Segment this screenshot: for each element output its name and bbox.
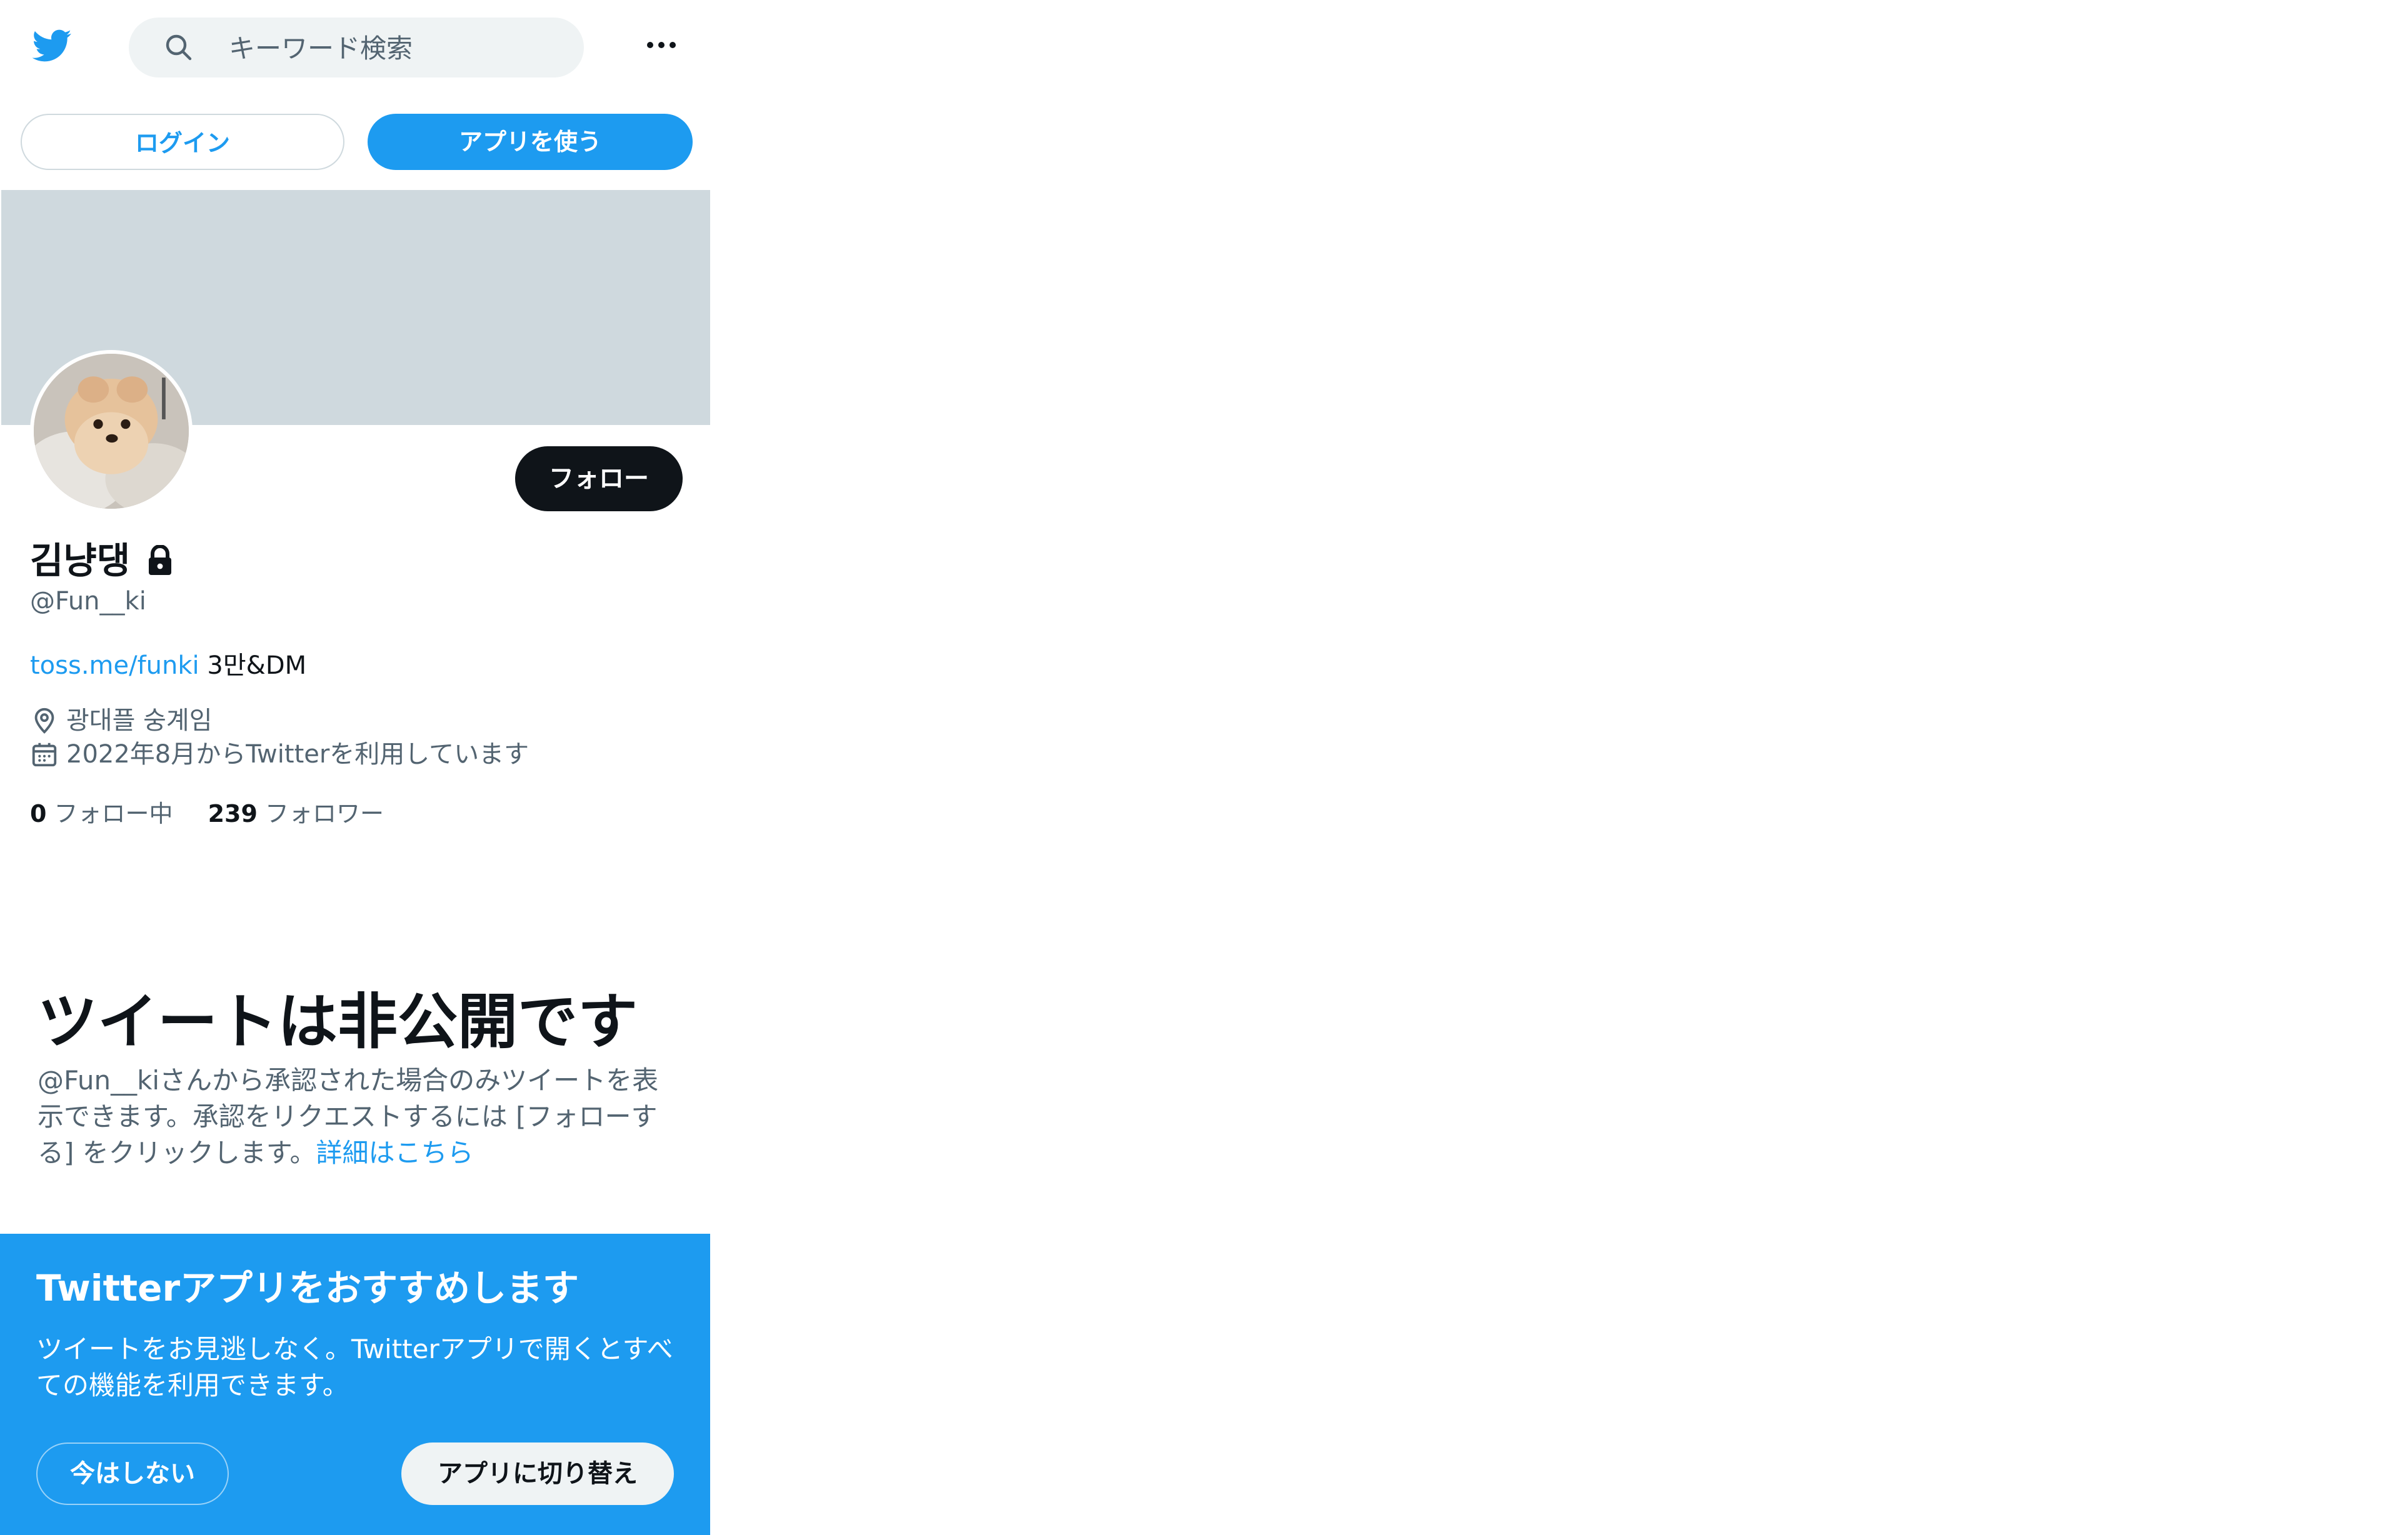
followers-label: フォロワー [264, 800, 384, 828]
profile-avatar[interactable] [30, 350, 193, 512]
bio-link[interactable]: toss.me/funki [30, 651, 199, 680]
mobile-profile-page: キーワード検索 ログイン アプリを使う フォロー 김냥댕 @Fun__ki to… [0, 0, 710, 1535]
not-now-button[interactable]: 今はしない [36, 1442, 229, 1505]
app-promo-title: Twitterアプリをおすすめします [36, 1267, 579, 1309]
follow-counts: 0 フォロー中 239 フォロワー [30, 799, 384, 829]
followers-link[interactable]: 239 フォロワー [208, 800, 384, 828]
app-promo-body: ツイートをお見逃しなく。Twitterアプリで開くとすべての機能を利用できます。 [36, 1334, 673, 1401]
app-promo-banner: Twitterアプリをおすすめします ツイートをお見逃しなく。Twitterアプ… [0, 1234, 710, 1535]
search-icon [164, 32, 194, 62]
profile-display-name: 김냥댕 [30, 539, 131, 582]
following-label: フォロー中 [54, 800, 173, 828]
private-notice-title: ツイートは非公開です [38, 987, 638, 1057]
search-input[interactable]: キーワード検索 [229, 34, 413, 64]
following-count: 0 [30, 800, 47, 828]
bio-text: 3만&DM [199, 651, 307, 680]
private-notice-body: @Fun__kiさんから承認された場合のみツイートを表示できます。承認をリクエス… [38, 1062, 675, 1171]
following-link[interactable]: 0 フォロー中 [30, 800, 173, 828]
profile-joined: 2022年8月からTwitterを利用しています [30, 739, 529, 770]
more-dots-icon[interactable] [643, 32, 680, 58]
twitter-bird-icon[interactable] [28, 25, 75, 66]
switch-to-app-button[interactable]: アプリに切り替え [401, 1442, 674, 1505]
joined-text: 2022年8月からTwitterを利用しています [66, 740, 529, 769]
location-text: 광대플 숭계임 [66, 706, 213, 735]
top-bar: キーワード検索 [0, 0, 710, 94]
profile-location: 광대플 숭계임 [30, 705, 213, 736]
profile-bio: toss.me/funki 3만&DM [30, 650, 306, 681]
followers-count: 239 [208, 800, 258, 828]
login-button[interactable]: ログイン [21, 114, 344, 170]
search-box[interactable]: キーワード検索 [129, 18, 584, 78]
location-pin-icon [30, 706, 59, 735]
use-app-button[interactable]: アプリを使う [368, 114, 693, 170]
profile-handle: @Fun__ki [30, 587, 146, 616]
learn-more-link[interactable]: 詳細はこちら [316, 1138, 474, 1168]
calendar-icon [30, 740, 59, 769]
follow-button[interactable]: フォロー [515, 446, 683, 511]
lock-icon [145, 544, 175, 578]
